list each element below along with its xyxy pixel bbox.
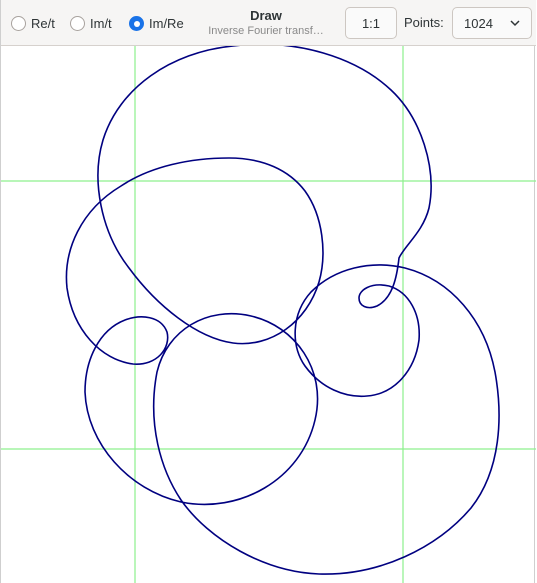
points-value: 1024 [464,16,493,31]
fourier-curve [65,46,500,575]
window-title: Draw Inverse Fourier transf… [191,8,341,38]
aspect-ratio-button[interactable]: 1:1 [345,7,397,39]
points-label: Points: [404,15,444,30]
radio-icon [70,15,85,31]
points-dropdown[interactable]: 1024 [452,7,532,39]
mode-label-re-t: Re/t [31,15,55,31]
mode-radio-im-t[interactable]: Im/t [70,13,112,33]
plot-canvas [1,46,536,583]
app-window: Re/t Im/t Im/Re Draw Inverse Fourier tra… [0,0,536,583]
grid-lines [1,46,536,583]
subtitle-text: Inverse Fourier transf… [208,25,324,37]
radio-checked-icon [129,15,144,31]
mode-radio-re-t[interactable]: Re/t [11,13,55,33]
mode-label-im-re: Im/Re [149,15,184,31]
radio-icon [11,15,26,31]
chevron-down-icon [510,20,520,27]
mode-label-im-t: Im/t [90,15,112,31]
mode-radio-im-re[interactable]: Im/Re [129,13,184,33]
title-text: Draw [250,8,282,23]
header-bar: Re/t Im/t Im/Re Draw Inverse Fourier tra… [1,0,536,46]
